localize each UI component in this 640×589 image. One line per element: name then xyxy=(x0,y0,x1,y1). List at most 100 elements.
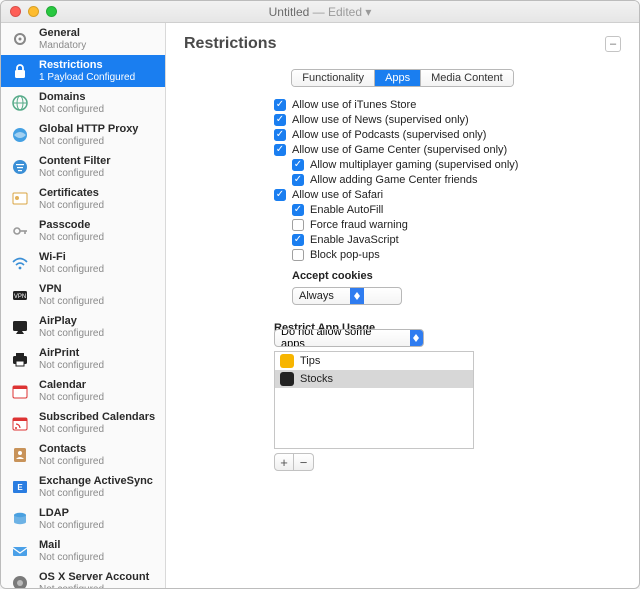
checkbox[interactable] xyxy=(292,204,304,216)
option-label: Force fraud warning xyxy=(310,219,408,231)
proxy-icon xyxy=(9,124,31,146)
sidebar-item-label: LDAP xyxy=(39,507,104,519)
checkbox[interactable] xyxy=(292,234,304,246)
sidebar-item-passcode[interactable]: Passcode Not configured xyxy=(1,215,165,247)
app-name: Tips xyxy=(300,355,320,367)
option-row: Allow adding Game Center friends xyxy=(292,174,621,186)
app-icon xyxy=(280,354,294,368)
sidebar-item-ldap[interactable]: LDAP Not configured xyxy=(1,503,165,535)
sidebar-item-restrictions[interactable]: Restrictions 1 Payload Configured xyxy=(1,55,165,87)
key-icon xyxy=(9,220,31,242)
option-label: Allow use of Game Center (supervised onl… xyxy=(292,144,507,156)
sidebar-item-mail[interactable]: Mail Not configured xyxy=(1,535,165,567)
app-icon xyxy=(280,372,294,386)
mail-icon xyxy=(9,540,31,562)
dropdown-indicator: ▾ xyxy=(365,5,371,19)
blocked-apps-list[interactable]: Tips Stocks xyxy=(274,351,474,449)
body: General Mandatory Restrictions 1 Payload… xyxy=(1,23,639,588)
sidebar-item-label: Wi-Fi xyxy=(39,251,104,263)
sidebar-item-os-x-server-account[interactable]: OS X Server Account Not configured xyxy=(1,567,165,588)
ldap-icon xyxy=(9,508,31,530)
sidebar-item-vpn[interactable]: VPN VPN Not configured xyxy=(1,279,165,311)
checkbox[interactable] xyxy=(274,144,286,156)
checkbox[interactable] xyxy=(274,114,286,126)
accept-cookies-value: Always xyxy=(293,290,350,302)
gear-icon xyxy=(9,28,31,50)
option-label: Allow use of Podcasts (supervised only) xyxy=(292,129,486,141)
checkbox[interactable] xyxy=(274,129,286,141)
sidebar-item-label: AirPrint xyxy=(39,347,104,359)
sidebar-item-sub: Not configured xyxy=(39,296,104,307)
sidebar-item-airprint[interactable]: AirPrint Not configured xyxy=(1,343,165,375)
app-list-row[interactable]: Tips xyxy=(275,352,473,370)
vpn-icon: VPN xyxy=(9,284,31,306)
sidebar-item-calendar[interactable]: Calendar Not configured xyxy=(1,375,165,407)
option-row: Allow use of Safari xyxy=(274,189,621,201)
titlebar: Untitled — Edited ▾ xyxy=(1,1,639,23)
sidebar-item-sub: Not configured xyxy=(39,520,104,531)
remove-app-button[interactable]: − xyxy=(294,453,314,471)
main-panel: Restrictions – FunctionalityAppsMedia Co… xyxy=(166,23,639,588)
option-row: Allow multiplayer gaming (supervised onl… xyxy=(292,159,621,171)
sidebar-item-subscribed-calendars[interactable]: Subscribed Calendars Not configured xyxy=(1,407,165,439)
options-group: Allow use of iTunes Store Allow use of N… xyxy=(274,99,621,334)
exchange-icon: E xyxy=(9,476,31,498)
accept-cookies-row: Accept cookies xyxy=(292,264,621,284)
sidebar-item-certificates[interactable]: Certificates Not configured xyxy=(1,183,165,215)
sidebar-item-label: Mail xyxy=(39,539,104,551)
sidebar-item-sub: Not configured xyxy=(39,456,104,467)
airprint-icon xyxy=(9,348,31,370)
sidebar-item-general[interactable]: General Mandatory xyxy=(1,23,165,55)
checkbox[interactable] xyxy=(292,249,304,261)
option-row: Allow use of Podcasts (supervised only) xyxy=(274,129,621,141)
option-row: Enable AutoFill xyxy=(292,204,621,216)
app-list-row[interactable]: Stocks xyxy=(275,370,473,388)
add-app-button[interactable]: + xyxy=(274,453,294,471)
sidebar-item-sub: 1 Payload Configured xyxy=(39,72,135,83)
checkbox[interactable] xyxy=(274,189,286,201)
window-edited-status: — Edited xyxy=(313,5,362,19)
restrict-usage-value: Do not allow some apps xyxy=(275,329,410,347)
option-label: Enable AutoFill xyxy=(310,204,383,216)
sidebar-item-global-http-proxy[interactable]: Global HTTP Proxy Not configured xyxy=(1,119,165,151)
sidebar-item-label: Subscribed Calendars xyxy=(39,411,155,423)
tabs: FunctionalityAppsMedia Content xyxy=(291,69,513,87)
sidebar-item-wi-fi[interactable]: Wi-Fi Not configured xyxy=(1,247,165,279)
sidebar-item-contacts[interactable]: Contacts Not configured xyxy=(1,439,165,471)
option-row: Allow use of News (supervised only) xyxy=(274,114,621,126)
accept-cookies-label: Accept cookies xyxy=(292,270,373,282)
sidebar-item-sub: Not configured xyxy=(39,136,138,147)
tab-apps[interactable]: Apps xyxy=(375,70,421,86)
sidebar-item-content-filter[interactable]: Content Filter Not configured xyxy=(1,151,165,183)
sidebar-item-sub: Not configured xyxy=(39,264,104,275)
disclose-button[interactable]: – xyxy=(605,36,621,52)
option-label: Allow use of News (supervised only) xyxy=(292,114,469,126)
add-remove-buttons: + − xyxy=(274,453,621,471)
sidebar-item-sub: Mandatory xyxy=(39,40,86,51)
tab-media-content[interactable]: Media Content xyxy=(421,70,513,86)
sidebar-item-airplay[interactable]: AirPlay Not configured xyxy=(1,311,165,343)
checkbox[interactable] xyxy=(274,99,286,111)
sidebar-item-exchange-activesync[interactable]: E Exchange ActiveSync Not configured xyxy=(1,471,165,503)
checkbox[interactable] xyxy=(292,219,304,231)
sidebar-item-label: Passcode xyxy=(39,219,104,231)
app-name: Stocks xyxy=(300,373,333,385)
checkbox[interactable] xyxy=(292,159,304,171)
option-label: Allow multiplayer gaming (supervised onl… xyxy=(310,159,518,171)
window-title: Untitled — Edited ▾ xyxy=(1,5,639,19)
sidebar-item-label: Contacts xyxy=(39,443,104,455)
sidebar-item-sub: Not configured xyxy=(39,488,153,499)
sidebar-item-domains[interactable]: Domains Not configured xyxy=(1,87,165,119)
option-row: Allow use of iTunes Store xyxy=(274,99,621,111)
restrict-usage-select[interactable]: Do not allow some apps xyxy=(274,329,424,347)
sidebar-item-label: General xyxy=(39,27,86,39)
accept-cookies-select[interactable]: Always xyxy=(292,287,402,305)
checkbox[interactable] xyxy=(292,174,304,186)
tab-functionality[interactable]: Functionality xyxy=(292,70,375,86)
restrict-usage-block: Do not allow some apps Tips Stocks + − xyxy=(274,326,621,471)
sidebar-item-sub: Not configured xyxy=(39,552,104,563)
sidebar[interactable]: General Mandatory Restrictions 1 Payload… xyxy=(1,23,166,588)
svg-text:VPN: VPN xyxy=(14,294,26,300)
svg-text:E: E xyxy=(17,483,23,492)
option-label: Allow use of iTunes Store xyxy=(292,99,416,111)
